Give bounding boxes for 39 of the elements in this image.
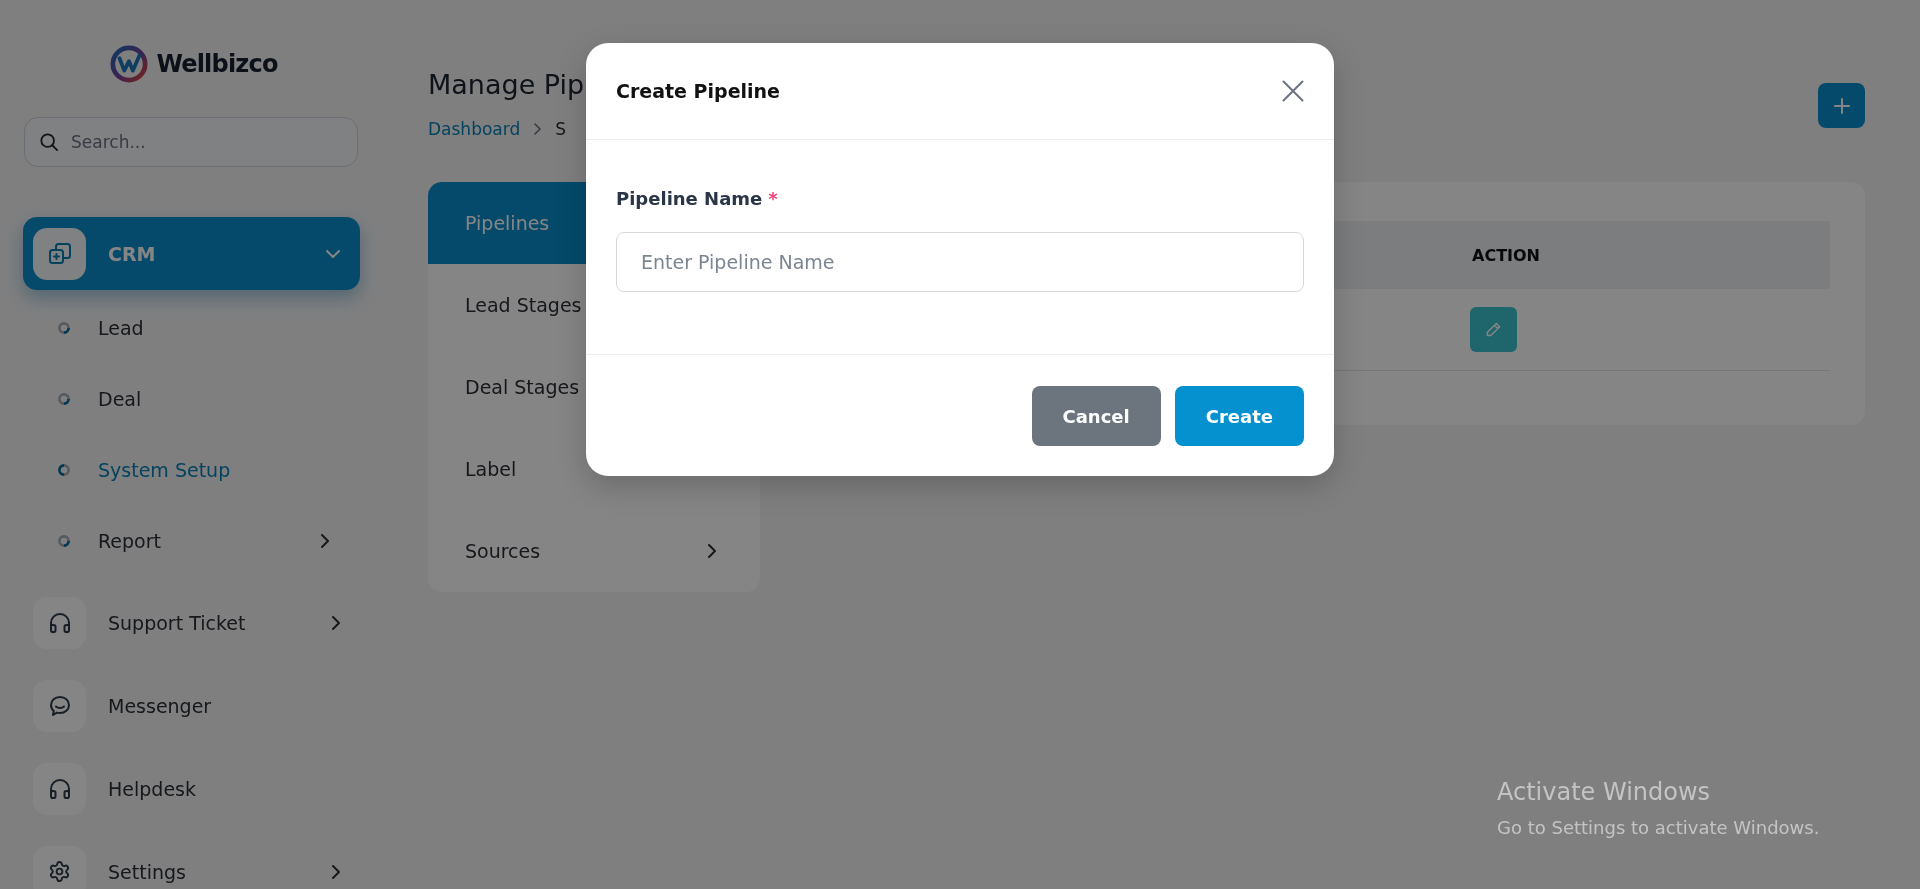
activation-notice-title: Activate Windows bbox=[1497, 777, 1712, 807]
squares-icon bbox=[33, 227, 86, 280]
ring-icon bbox=[58, 392, 70, 405]
breadcrumb-link[interactable]: Dashboard bbox=[428, 117, 521, 141]
activation-notice-text: Go to Settings to activate Windows. bbox=[1497, 816, 1820, 840]
close-icon bbox=[1282, 80, 1304, 102]
sidebar-item[interactable]: Helpdesk bbox=[23, 752, 360, 825]
sidebar-subitem[interactable]: Lead bbox=[23, 292, 360, 363]
modal-title: Create Pipeline bbox=[616, 80, 780, 102]
breadcrumb-item: S bbox=[555, 118, 567, 141]
cancel-button[interactable]: Cancel bbox=[1031, 386, 1161, 446]
sidebar-subitem[interactable]: Report bbox=[23, 505, 360, 576]
add-button[interactable] bbox=[1818, 83, 1865, 128]
sidebar-item[interactable]: Messenger bbox=[23, 669, 360, 742]
input-field[interactable]: Enter Pipeline Name bbox=[616, 232, 1304, 292]
search-icon bbox=[40, 133, 58, 151]
sidebar-item[interactable]: Settings bbox=[23, 835, 360, 889]
chevron-right-icon bbox=[534, 123, 542, 135]
ring-icon bbox=[58, 534, 70, 547]
chat-bubble-icon bbox=[33, 679, 86, 732]
sidebar-item[interactable]: CRM bbox=[23, 217, 360, 290]
logo-icon bbox=[110, 45, 149, 83]
create-button[interactable]: Create bbox=[1174, 386, 1304, 446]
close-button[interactable] bbox=[1282, 80, 1304, 102]
ring-icon bbox=[58, 463, 70, 476]
plus-icon bbox=[1833, 97, 1850, 114]
sidebar-item[interactable]: Support Ticket bbox=[23, 586, 360, 659]
column-header: ACTION bbox=[1471, 245, 1541, 265]
logo-text: Wellbizco bbox=[156, 49, 278, 79]
page-title: Manage Pip bbox=[428, 68, 585, 102]
settings-tab[interactable]: Sources bbox=[428, 510, 738, 592]
headphones-icon bbox=[33, 596, 86, 649]
search-field[interactable]: Search... bbox=[24, 117, 358, 167]
pencil-icon bbox=[1486, 322, 1501, 337]
edit-button[interactable] bbox=[1470, 307, 1517, 352]
headphones-icon bbox=[33, 762, 86, 815]
ring-icon bbox=[58, 321, 70, 334]
sidebar-subitem[interactable]: Deal bbox=[23, 363, 360, 434]
sidebar-subitem[interactable]: System Setup bbox=[23, 434, 360, 505]
